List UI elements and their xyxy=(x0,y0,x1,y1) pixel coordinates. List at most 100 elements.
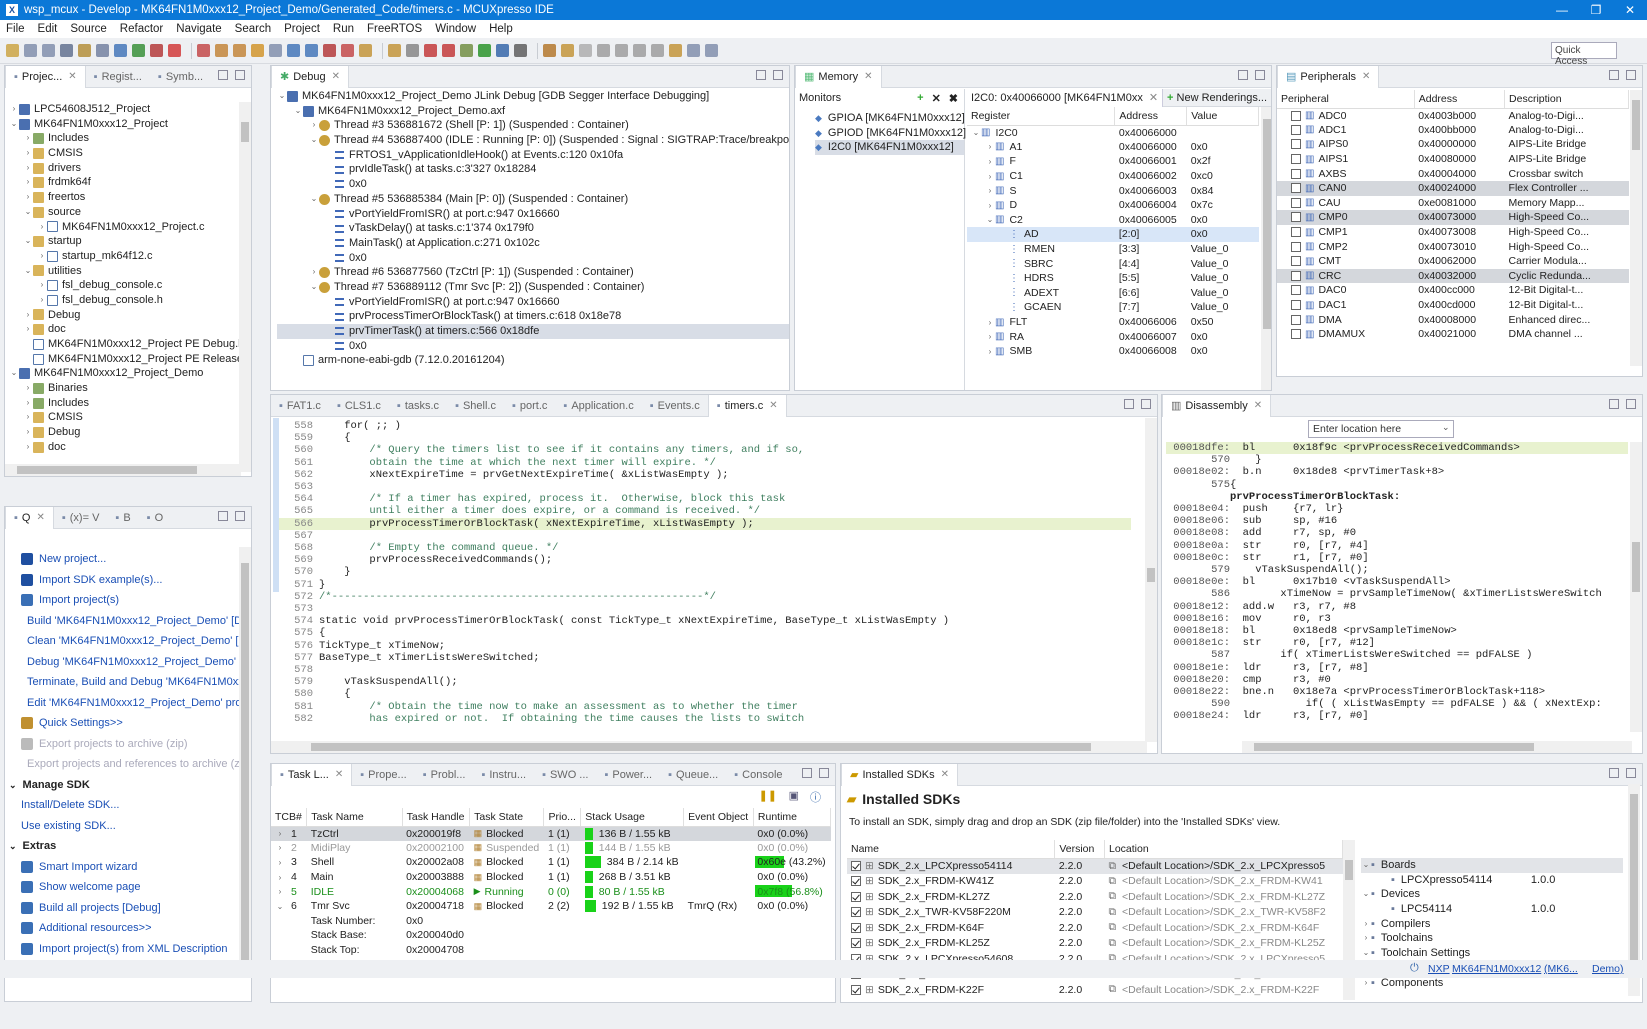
tab-swo[interactable]: ▪ SWO ... xyxy=(534,764,596,786)
register-row[interactable]: › ▥ RA 0x40066007 0x0 xyxy=(967,329,1259,344)
chevron-right-icon[interactable]: › xyxy=(23,396,33,411)
sdk-detail-item[interactable]: ▪ LPC54114 1.0.0 xyxy=(1361,902,1623,917)
chevron-right-icon[interactable]: › xyxy=(23,308,33,323)
toolbar-button-icon[interactable] xyxy=(60,44,73,57)
tab-symb[interactable]: ▪ Symb... xyxy=(150,66,211,88)
toolbar-button-icon[interactable] xyxy=(406,44,419,57)
tree-item[interactable]: › fsl_debug_console.h xyxy=(9,293,251,308)
register-value[interactable]: 0x0 xyxy=(1187,140,1259,155)
toolbar-button-icon[interactable] xyxy=(687,44,700,57)
toolbar-button-icon[interactable] xyxy=(579,44,592,57)
new-renderings-tab[interactable]: + New Renderings... xyxy=(1163,92,1271,104)
close-tab-icon[interactable]: ✕ xyxy=(864,66,872,88)
tab-timers-c[interactable]: ▪ timers.c ✕ xyxy=(707,395,787,417)
peripheral-checkbox[interactable] xyxy=(1291,329,1301,340)
register-value[interactable]: 0x50 xyxy=(1187,315,1259,330)
chevron-down-icon[interactable]: ⌄ xyxy=(309,133,319,148)
chevron-right-icon[interactable]: › xyxy=(985,186,995,195)
tab-prope[interactable]: ▪ Prope... xyxy=(352,764,414,786)
close-tab-icon[interactable]: ✕ xyxy=(36,507,44,529)
menu-source[interactable]: Source xyxy=(70,23,106,35)
chevron-right-icon[interactable]: › xyxy=(309,265,319,280)
chevron-right-icon[interactable]: › xyxy=(23,161,33,176)
peripheral-row[interactable]: ▥ CAU 0xe0081000 Memory Mapp... xyxy=(1277,196,1629,211)
register-row[interactable]: ⋮ AD [2:0] 0x0 xyxy=(967,227,1259,242)
minimize-view-button[interactable] xyxy=(1238,70,1248,80)
maximize-view-button[interactable] xyxy=(1255,70,1265,80)
column-header[interactable]: Prio... xyxy=(543,808,582,827)
sdk-detail-item[interactable]: ▪ LPCXpresso54114 1.0.0 xyxy=(1361,873,1623,888)
chevron-down-icon[interactable]: ⌄ xyxy=(1361,887,1371,902)
tree-item[interactable]: › freertos xyxy=(9,190,251,205)
tab-disassembly[interactable]: ▥ Disassembly ✕ xyxy=(1162,395,1272,417)
monitor-item[interactable]: ◆ GPIOA [MK64FN1M0xxx12] xyxy=(815,111,965,126)
peripheral-row[interactable]: ▥ AIPS1 0x40080000 AIPS-Lite Bridge xyxy=(1277,152,1629,167)
nxp-label[interactable]: NXP xyxy=(1428,963,1450,975)
chevron-right-icon[interactable]: › xyxy=(985,201,995,210)
maximize-view-button[interactable] xyxy=(819,768,829,778)
task-row[interactable]: › 1 TzCtrl 0x200019f8 ▦ Blocked 1 (1) 136 B / 1… xyxy=(271,826,831,841)
toolbar-button-icon[interactable] xyxy=(287,44,300,57)
register-row[interactable]: › ▥ F 0x40066001 0x2f xyxy=(967,154,1259,169)
manage-sdk-link[interactable]: Use existing SDK... xyxy=(21,816,251,837)
toolbar-button-icon[interactable] xyxy=(6,44,19,57)
menu-freertos[interactable]: FreeRTOS xyxy=(367,23,422,35)
tab-q[interactable]: ▪ Q ✕ xyxy=(5,507,54,529)
register-value[interactable]: Value_0 xyxy=(1187,256,1259,271)
column-header[interactable]: Register xyxy=(967,107,1116,126)
peripheral-checkbox[interactable] xyxy=(1291,300,1301,311)
chevron-right-icon[interactable]: › xyxy=(23,381,33,396)
tab-console[interactable]: ▪ Console xyxy=(726,764,790,786)
toolbar-button-icon[interactable] xyxy=(424,44,437,57)
minimize-view-button[interactable] xyxy=(218,70,228,80)
tree-item[interactable]: ⌄ source xyxy=(9,205,251,220)
sdk-row[interactable]: ⊞ SDK_2.x_FRDM-KL27Z 2.2.0 ⧉ <Default Locati… xyxy=(847,889,1343,905)
peripheral-row[interactable]: ▥ AXBS 0x40004000 Crossbar switch xyxy=(1277,166,1629,181)
register-row[interactable]: › ▥ FLT 0x40066006 0x50 xyxy=(967,315,1259,330)
toolbar-button-icon[interactable] xyxy=(496,44,509,57)
quickstart-link[interactable]: Debug 'MK64FN1M0xxx12_Project_Demo' [Deb xyxy=(21,652,251,673)
chevron-right-icon[interactable]: › xyxy=(985,157,995,166)
chevron-down-icon[interactable]: ⌄ xyxy=(275,902,285,911)
chevron-right-icon[interactable]: › xyxy=(985,318,995,327)
pause-icon[interactable]: ❚❚ xyxy=(759,789,777,802)
close-tab-icon[interactable]: ✕ xyxy=(332,66,340,88)
tree-item[interactable]: ⌄ utilities xyxy=(9,264,251,279)
tab-cls1-c[interactable]: ▪ CLS1.c xyxy=(329,395,389,417)
tab-debug[interactable]: ✱ Debug ✕ xyxy=(271,66,350,88)
register-row[interactable]: ⋮ GCAEN [7:7] Value_0 xyxy=(967,300,1259,315)
sdk-row[interactable]: ⊞ SDK_2.x_LPCXpresso54114 2.2.0 ⧉ <Default L… xyxy=(847,858,1343,874)
chevron-right-icon[interactable]: › xyxy=(23,146,33,161)
quickstart-link[interactable]: Quick Settings>> xyxy=(21,713,251,734)
debug-tree-item[interactable]: ⌄ Thread #4 536887400 (IDLE : Running [P:… xyxy=(277,133,789,148)
extras-link[interactable]: Import project(s) from XML Description xyxy=(21,939,251,960)
toolbar-button-icon[interactable] xyxy=(114,44,127,57)
quickstart-link[interactable]: Import SDK example(s)... xyxy=(21,570,251,591)
debug-tree-item[interactable]: prvTimerTask() at timers.c:566 0x18dfe xyxy=(277,324,789,339)
tab-application-c[interactable]: ▪ Application.c xyxy=(555,395,641,417)
chevron-right-icon[interactable]: › xyxy=(985,347,995,356)
peripheral-checkbox[interactable] xyxy=(1291,241,1301,252)
chevron-right-icon[interactable]: › xyxy=(23,425,33,440)
tab-task-l[interactable]: ▪ Task L... ✕ xyxy=(271,764,353,786)
tree-item[interactable]: › Includes xyxy=(9,396,251,411)
column-header[interactable]: Task Handle xyxy=(402,808,471,827)
minimize-view-button[interactable] xyxy=(756,70,766,80)
chevron-down-icon[interactable]: ⌄ xyxy=(293,104,303,119)
chevron-down-icon[interactable]: ⌄ xyxy=(23,264,33,279)
location-input[interactable]: Enter location here xyxy=(1308,420,1454,438)
sdk-detail-item[interactable]: ⌄ ▪ Boards xyxy=(1361,858,1623,873)
register-value[interactable]: Value_0 xyxy=(1187,242,1259,257)
chevron-down-icon[interactable]: ⌄ xyxy=(9,366,19,381)
column-header[interactable]: TCB# xyxy=(271,808,308,827)
tree-item[interactable]: › frdmk64f xyxy=(9,175,251,190)
peripheral-checkbox[interactable] xyxy=(1291,110,1301,121)
minimize-view-button[interactable] xyxy=(1124,399,1134,409)
tree-item[interactable]: › Debug xyxy=(9,425,251,440)
register-row[interactable]: ⌄ ▥ I2C0 0x40066000 xyxy=(967,125,1259,140)
quickstart-link[interactable]: New project... xyxy=(21,549,251,570)
chevron-right-icon[interactable]: › xyxy=(23,131,33,146)
tree-item[interactable]: › LPC54608J512_Project xyxy=(9,102,251,117)
close-tab-icon[interactable]: ✕ xyxy=(1362,66,1370,88)
toolbar-button-icon[interactable] xyxy=(215,44,228,57)
